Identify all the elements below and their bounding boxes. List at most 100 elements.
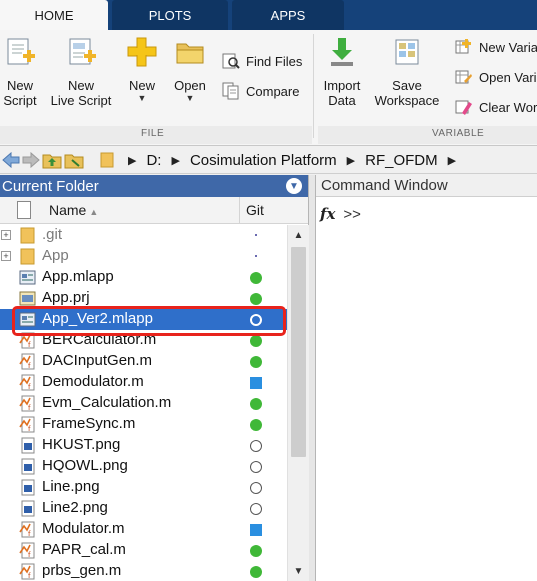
compare-button[interactable]: Compare: [222, 82, 299, 100]
file-name: .git: [42, 226, 63, 243]
file-list: + .git + App App.mlapp App.prj App_Ver2.mlapp f…: [0, 225, 287, 581]
breadcrumb-drive[interactable]: D:: [146, 152, 161, 169]
new-live-script-label-2: Live Script: [50, 93, 112, 108]
scroll-up-icon[interactable]: ▲: [288, 227, 309, 243]
clear-workspace-button[interactable]: Clear Wor: [455, 98, 537, 116]
open-button[interactable]: Open ▼: [172, 36, 208, 103]
git-status-cell: [241, 456, 287, 477]
save-workspace-label-2: Workspace: [374, 93, 440, 108]
file-row-hkust-png[interactable]: HKUST.png: [0, 435, 287, 456]
function-browser-icon[interactable]: fx: [320, 205, 335, 223]
save-workspace-icon: [395, 39, 419, 65]
file-row-papr-cal-m[interactable]: f PAPR_cal.m: [0, 540, 287, 561]
tab-home[interactable]: HOME: [0, 0, 108, 30]
new-live-script-label-1: New: [67, 78, 94, 93]
file-row-git[interactable]: + .git: [0, 225, 287, 246]
expand-toggle-icon[interactable]: +: [1, 251, 11, 261]
breadcrumb-rf-ofdm[interactable]: RF_OFDM: [365, 152, 438, 169]
new-script-button[interactable]: New Script: [2, 36, 38, 108]
breadcrumb-separator-icon: ▶: [171, 154, 180, 167]
git-untracked-icon: [250, 503, 262, 515]
save-workspace-label-1: Save: [392, 78, 422, 93]
new-variable-button[interactable]: New Varia: [455, 38, 537, 56]
file-row-framesync-m[interactable]: f FrameSync.m: [0, 414, 287, 435]
find-files-button[interactable]: Find Files: [222, 52, 302, 70]
file-row-evm-calculation-m[interactable]: f Evm_Calculation.m: [0, 393, 287, 414]
back-arrow-icon[interactable]: [2, 152, 20, 168]
mlapp-file-icon: [19, 269, 36, 286]
ribbon-group-separator: [313, 34, 314, 138]
git-status-cell: [241, 267, 287, 288]
file-row-app-mlapp[interactable]: App.mlapp: [0, 267, 287, 288]
breadcrumb-cosimulation-platform[interactable]: Cosimulation Platform: [190, 152, 337, 169]
browse-folder-icon[interactable]: [64, 151, 84, 169]
git-column-header[interactable]: Git: [246, 202, 264, 218]
import-data-button[interactable]: Import Data: [322, 36, 362, 108]
name-column-header[interactable]: Name ▲: [49, 202, 98, 218]
open-variable-button[interactable]: Open Vari: [455, 68, 537, 86]
file-name: App.mlapp: [42, 268, 114, 285]
open-variable-icon: [455, 70, 472, 84]
git-unmodified-icon: [250, 419, 262, 431]
m-file-icon: f: [19, 542, 36, 559]
column-divider[interactable]: [239, 197, 240, 224]
file-row-line2-png[interactable]: Line2.png: [0, 498, 287, 519]
prj-file-icon: [19, 290, 36, 307]
tab-plots[interactable]: PLOTS: [112, 0, 228, 30]
git-untracked-icon: [250, 440, 262, 452]
file-row-prbs-gen-m[interactable]: f prbs_gen.m: [0, 561, 287, 581]
import-data-icon: [331, 38, 353, 66]
file-row-hqowl-png[interactable]: HQOWL.png: [0, 456, 287, 477]
current-folder-title: Current Folder: [2, 177, 99, 195]
file-name: Modulator.m: [42, 520, 125, 537]
file-row-demodulator-m[interactable]: f Demodulator.m: [0, 372, 287, 393]
forward-arrow-icon[interactable]: [22, 152, 40, 168]
file-row-app[interactable]: + App: [0, 246, 287, 267]
ribbon-toolstrip: New Script New Live Script New ▼ Open ▼ …: [0, 30, 537, 146]
m-file-icon: f: [19, 416, 36, 433]
file-type-column-icon[interactable]: [17, 201, 31, 219]
breadcrumb-separator-icon[interactable]: ▶: [448, 154, 456, 167]
file-row-line-png[interactable]: Line.png: [0, 477, 287, 498]
git-status-cell: [241, 477, 287, 498]
expand-toggle-icon[interactable]: +: [1, 230, 11, 240]
find-files-label: Find Files: [246, 53, 303, 69]
new-script-label-2: Script: [3, 93, 37, 108]
address-bar: ▶ D: ▶ Cosimulation Platform ▶ RF_OFDM ▶: [0, 147, 537, 174]
command-prompt[interactable]: fx >>: [320, 205, 361, 223]
save-workspace-button[interactable]: Save Workspace: [373, 36, 441, 108]
vertical-scrollbar[interactable]: ▲ ▼: [287, 225, 309, 581]
sort-ascending-icon: ▲: [89, 207, 99, 217]
file-row-dacinputgen-m[interactable]: f DACInputGen.m: [0, 351, 287, 372]
git-status-cell: [241, 246, 287, 267]
new-button[interactable]: New ▼: [126, 36, 158, 103]
new-variable-label: New Varia: [479, 39, 537, 55]
tab-apps[interactable]: APPS: [232, 0, 344, 30]
git-status-cell: [241, 414, 287, 435]
ribbon-tab-strip: HOME PLOTS APPS: [0, 0, 537, 30]
git-unmodified-icon: [250, 293, 262, 305]
file-name: DACInputGen.m: [42, 352, 153, 369]
panel-actions-chevron-icon[interactable]: ▼: [286, 178, 302, 194]
command-window-title: Command Window: [316, 175, 537, 197]
up-folder-icon[interactable]: [42, 151, 62, 169]
git-unmodified-icon: [250, 356, 262, 368]
file-name: Line2.png: [42, 499, 108, 516]
file-group-label: FILE: [141, 128, 165, 139]
git-status-cell: [241, 393, 287, 414]
git-unmodified-icon: [250, 398, 262, 410]
prompt-symbol: >>: [343, 205, 361, 223]
current-folder-panel: Current Folder ▼ Name ▲ Git + .git + App App.…: [0, 175, 309, 581]
breadcrumb-separator-icon: ▶: [346, 154, 356, 167]
file-row-modulator-m[interactable]: f Modulator.m: [0, 519, 287, 540]
scrollbar-thumb[interactable]: [291, 247, 306, 457]
new-live-script-button[interactable]: New Live Script: [50, 36, 112, 108]
git-unmodified-icon: [250, 545, 262, 557]
plus-icon: [127, 37, 157, 67]
png-file-icon: [19, 479, 36, 496]
scroll-down-icon[interactable]: ▼: [288, 563, 309, 579]
compare-label: Compare: [246, 83, 300, 99]
find-files-icon: [222, 53, 240, 69]
file-name: Line.png: [42, 478, 100, 495]
new-label: New: [128, 78, 155, 93]
